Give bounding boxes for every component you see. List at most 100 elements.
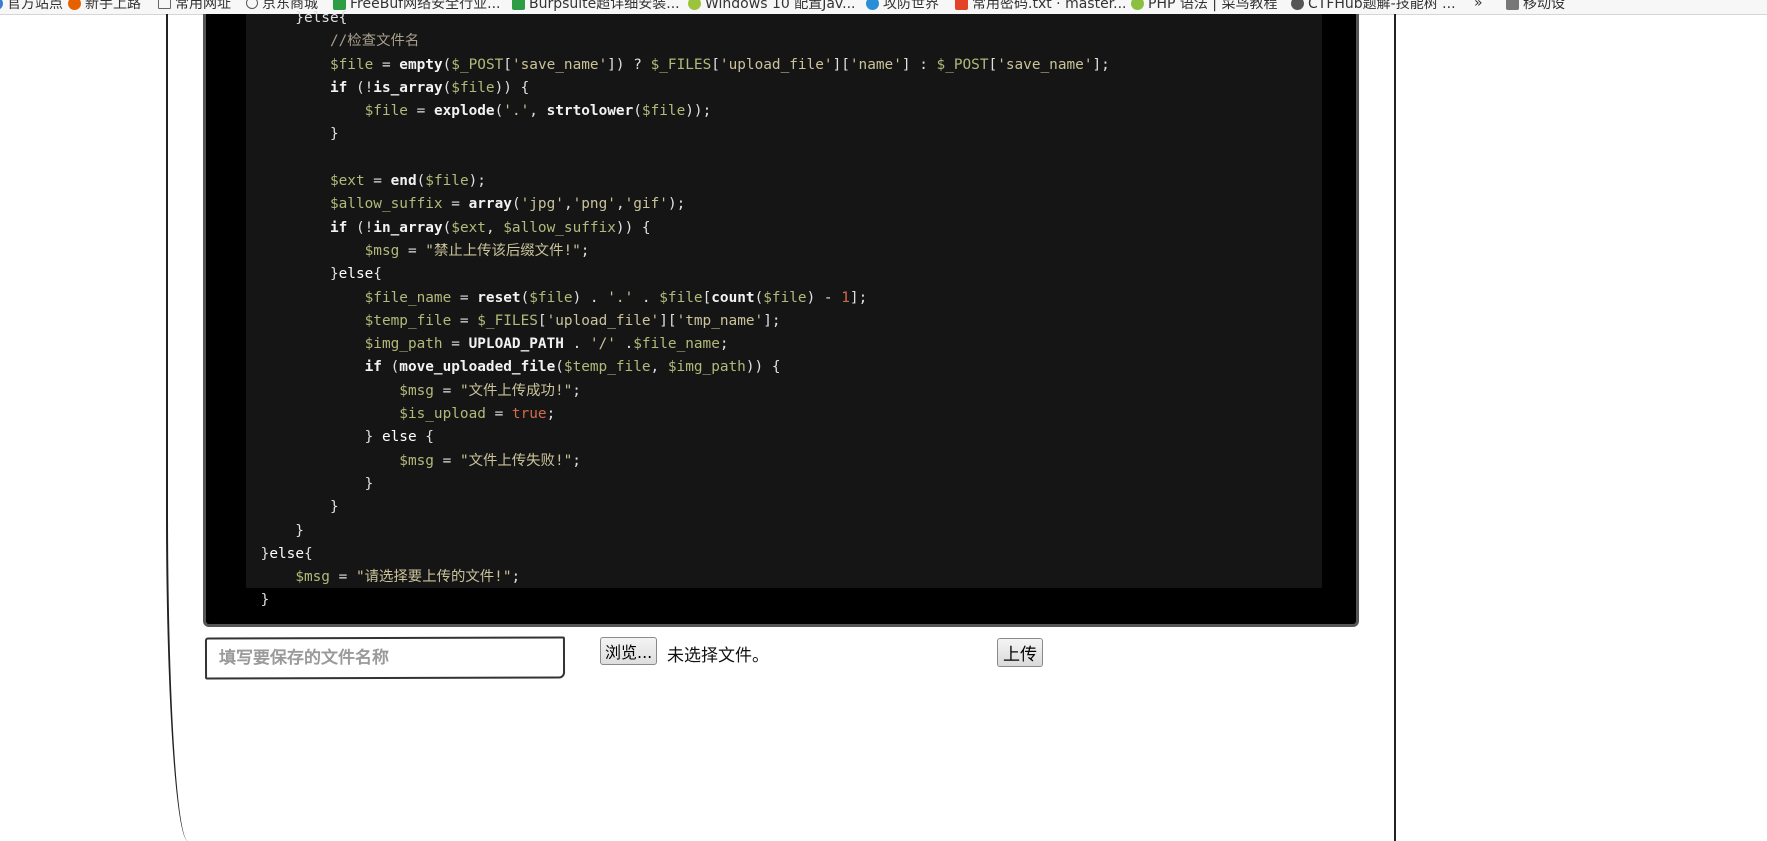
site-icon — [0, 0, 3, 10]
code-token: ( — [381, 359, 400, 376]
bookmark-item[interactable]: 官方站点 — [0, 0, 63, 12]
code-line: }else{ — [226, 543, 1110, 566]
code-token: = — [442, 196, 469, 213]
code-token: $temp_file — [364, 312, 452, 329]
runoob-icon — [1131, 0, 1144, 10]
code-token: $msg — [399, 452, 434, 469]
code-token: [ — [537, 312, 547, 329]
source-code: }else{ //检查文件名 $file = empty($_POST['sav… — [226, 7, 1110, 613]
code-line: $file = explode('.', strtolower($file)); — [226, 100, 1110, 123]
code-token: 'gif' — [624, 196, 668, 213]
bookmark-item[interactable]: 常用网址 — [158, 0, 231, 12]
code-line: $file = empty($_POST['save_name']) ? $_F… — [226, 54, 1110, 77]
bookmark-item[interactable]: PHP 语法 | 菜鸟教程 — [1131, 0, 1277, 12]
code-token: $_FILES — [477, 312, 538, 329]
code-token: [ — [988, 56, 998, 73]
bookmark-item[interactable]: CTFHub题解-技能树 ... — [1291, 0, 1456, 12]
code-token: //检查文件名 — [226, 33, 420, 50]
code-token: ) . — [572, 289, 608, 306]
code-token: $file — [425, 173, 469, 190]
code-token: ( — [416, 173, 426, 190]
code-token: empty — [399, 56, 443, 73]
file-status-label: 未选择文件。 — [667, 646, 769, 666]
code-line: if (move_uploaded_file($temp_file, $img_… — [226, 356, 1110, 379]
code-token: = — [364, 173, 391, 190]
code-token: "禁止上传该后缀文件!" — [425, 242, 581, 259]
bookmark-item[interactable]: » — [1474, 0, 1483, 12]
code-token: , — [485, 219, 504, 236]
code-token: end — [390, 173, 417, 190]
code-line: } else { — [226, 426, 1110, 449]
code-token: '.' — [607, 289, 634, 306]
code-token: ; — [572, 382, 581, 399]
code-token: else — [338, 266, 374, 283]
code-token: ) - — [806, 289, 842, 306]
code-token: ; — [580, 242, 590, 259]
code-token: 'png' — [572, 196, 616, 213]
code-token: = — [433, 382, 460, 399]
code-token: ( — [520, 289, 530, 306]
code-token: ( — [494, 103, 504, 120]
code-token: 'save_name' — [997, 56, 1093, 73]
code-token: if — [364, 359, 382, 376]
code-token: ( — [442, 79, 452, 96]
code-token: { — [416, 429, 434, 446]
code-token: $file_name — [633, 336, 720, 353]
code-token: $img_path — [364, 336, 443, 353]
code-token: $ext — [451, 219, 486, 236]
code-token: count — [711, 289, 755, 306]
code-token: $temp_file — [563, 359, 651, 376]
bookmark-item[interactable]: 新手上路 — [68, 0, 141, 12]
code-token: $file — [529, 289, 573, 306]
code-token: UPLOAD_PATH — [468, 336, 564, 353]
code-token: $file — [451, 79, 495, 96]
code-token: , — [615, 196, 625, 213]
code-token: } — [226, 475, 374, 492]
code-token: strtolower — [546, 103, 634, 120]
page-border-right — [1394, 14, 1396, 841]
upload-button[interactable]: 上传 — [997, 638, 1043, 667]
code-token: $allow_suffix — [329, 196, 443, 213]
code-token: 'tmp_name' — [676, 312, 764, 329]
code-line: $msg = "请选择要上传的文件!"; — [226, 566, 1110, 589]
code-token: $_FILES — [650, 56, 712, 73]
code-token: else — [269, 545, 304, 562]
code-token: ( — [754, 289, 764, 306]
code-token: '/' — [589, 336, 616, 353]
code-token: } — [226, 126, 339, 143]
code-token: )) { — [745, 359, 781, 376]
code-token: $file_name — [364, 289, 452, 306]
code-token: $msg — [295, 569, 330, 586]
code-token: } — [226, 592, 270, 609]
code-token: $ext — [329, 173, 365, 190]
code-line: $msg = "文件上传失败!"; — [226, 450, 1110, 473]
code-token: = — [485, 406, 512, 423]
code-token: = — [399, 242, 426, 259]
save-name-input[interactable] — [204, 636, 566, 680]
code-token: } — [226, 545, 270, 562]
code-token: 'jpg' — [520, 196, 564, 213]
code-token: = — [451, 289, 478, 306]
bookmark-label: 新手上路 — [85, 0, 141, 12]
bookmark-label: 官方站点 — [7, 0, 63, 12]
bookmark-item[interactable]: 移动设 — [1506, 0, 1565, 12]
code-token: "请选择要上传的文件!" — [355, 569, 512, 586]
code-token: [ — [711, 56, 720, 73]
code-block: }else{ //检查文件名 $file = empty($_POST['sav… — [203, 10, 1359, 627]
bookmark-label: PHP 语法 | 菜鸟教程 — [1148, 0, 1278, 12]
browse-button[interactable]: 浏览... — [600, 637, 658, 665]
code-token: if — [329, 219, 348, 236]
code-token: "文件上传成功!" — [459, 382, 573, 399]
mobile-icon — [1506, 0, 1519, 10]
code-token: $_POST — [936, 56, 989, 73]
code-line: $allow_suffix = array('jpg','png','gif')… — [226, 193, 1110, 216]
code-line: } — [226, 589, 1110, 612]
